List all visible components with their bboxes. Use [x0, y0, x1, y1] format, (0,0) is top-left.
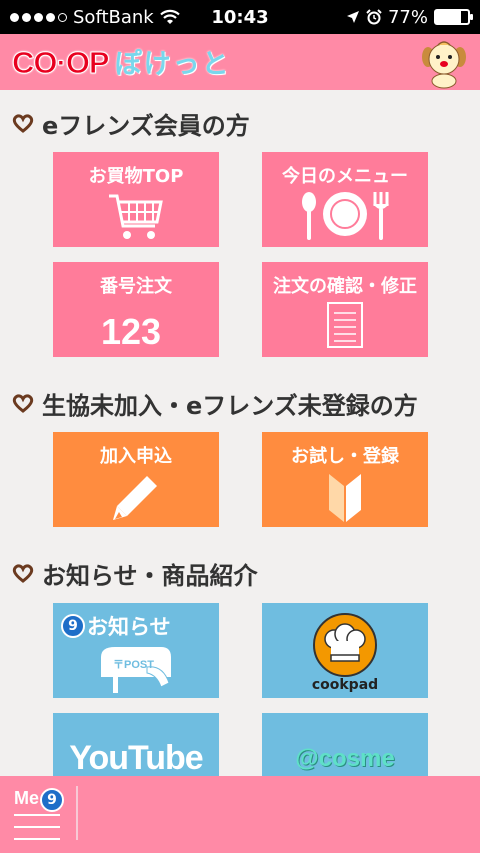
document-icon	[327, 302, 363, 348]
carrier-label: SoftBank	[73, 6, 154, 28]
battery-icon	[434, 9, 473, 25]
hamburger-line	[14, 826, 60, 828]
hamburger-line	[14, 838, 60, 840]
heart-icon	[12, 114, 34, 133]
cookpad-chef-hat-icon	[313, 613, 377, 677]
plate-cutlery-icon	[302, 192, 389, 240]
section-news-products: お知らせ・商品紹介	[12, 556, 258, 590]
signal-strength-icon	[10, 12, 67, 22]
app-header: CO·OP ぽけっと	[0, 34, 480, 90]
shopping-top-tile[interactable]: お買物TOP	[53, 152, 219, 247]
number-order-tile[interactable]: 番号注文 123	[53, 262, 219, 357]
menu-divider	[76, 786, 78, 840]
section-title-text: eフレンズ会員の方	[42, 111, 250, 140]
pencil-icon	[113, 476, 157, 520]
section-non-members: 生協未加入・eフレンズ未登録の方	[12, 386, 418, 420]
status-right: 77%	[346, 6, 473, 28]
tile-label: 加入申込	[100, 446, 172, 467]
tile-label: お買物TOP	[88, 166, 184, 187]
tile-label: お試し・登録	[291, 446, 399, 467]
shopping-cart-icon	[109, 194, 163, 239]
tile-label: お知らせ	[87, 615, 171, 639]
cookpad-tile[interactable]: cookpad	[262, 603, 428, 698]
status-left: SoftBank	[10, 7, 180, 28]
section-efriends-members: eフレンズ会員の方	[12, 106, 250, 140]
bottom-menu-bar: Me 9	[0, 776, 480, 853]
section-title-text: お知らせ・商品紹介	[42, 561, 258, 590]
wifi-icon	[159, 9, 180, 24]
notices-header: 9 お知らせ	[61, 611, 171, 641]
numbers-icon: 123	[101, 311, 161, 350]
cosme-logo: @cosme	[295, 745, 395, 772]
section-title-text: 生協未加入・eフレンズ未登録の方	[42, 391, 418, 420]
coop-pocket-logo[interactable]: CO·OP ぽけっと	[12, 42, 231, 81]
battery-percent: 77%	[387, 6, 428, 28]
heart-icon	[12, 394, 34, 413]
hamburger-line	[14, 814, 60, 816]
status-bar: SoftBank 10:43 77%	[0, 0, 480, 34]
numbers-icon-glyphs: 123	[101, 311, 161, 350]
youtube-logo: YouTube	[69, 739, 203, 776]
dog-mascot-icon[interactable]	[418, 37, 470, 89]
todays-menu-tile[interactable]: 今日のメニュー	[262, 152, 428, 247]
mailbox-post-label: 〒POST	[113, 658, 154, 671]
menu-label: Me	[14, 788, 40, 808]
notices-count-badge: 9	[61, 614, 85, 638]
beginner-mark-icon	[329, 474, 361, 522]
tile-label: 注文の確認・修正	[273, 276, 417, 297]
location-arrow-icon	[346, 11, 359, 23]
youtube-tile[interactable]: YouTube	[53, 713, 219, 776]
tile-label: 番号注文	[100, 276, 172, 297]
heart-icon	[12, 564, 34, 583]
trial-register-tile[interactable]: お試し・登録	[262, 432, 428, 527]
tile-label: 今日のメニュー	[282, 166, 408, 187]
logo-pocket-text: ぽけっと	[114, 49, 231, 79]
notices-tile[interactable]: 9 お知らせ 〒POST	[53, 603, 219, 698]
order-confirm-tile[interactable]: 注文の確認・修正	[262, 262, 428, 357]
menu-button[interactable]: Me 9	[10, 784, 74, 844]
join-apply-tile[interactable]: 加入申込	[53, 432, 219, 527]
cookpad-label: cookpad	[311, 677, 379, 693]
cosme-tile[interactable]: @cosme	[262, 713, 428, 776]
mailbox-icon: 〒POST	[101, 647, 171, 693]
alarm-clock-icon	[366, 9, 382, 25]
battery-level-fill	[436, 11, 461, 23]
logo-coop-text: CO·OP	[12, 45, 111, 81]
menu-count-badge: 9	[40, 788, 64, 812]
